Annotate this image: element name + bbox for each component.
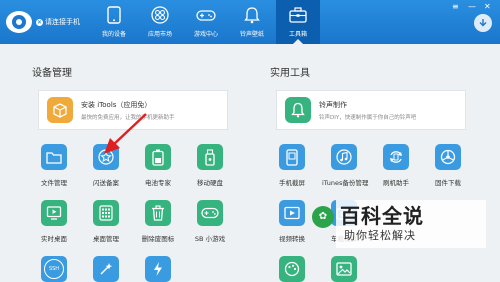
download-icon[interactable]: [474, 14, 492, 32]
close-icon: ✕: [36, 18, 43, 26]
main-nav: 我的设备 应用市场 游戏中心 铃声壁纸 工具箱: [92, 0, 322, 44]
tile-label: 文件管理: [41, 179, 67, 187]
nav-label: 应用市场: [147, 31, 172, 38]
phone-icon: [104, 5, 124, 25]
itools-logo-icon: [6, 11, 32, 33]
brand[interactable]: ✕ 请连接手机: [6, 6, 80, 38]
music-note-icon: [331, 144, 357, 170]
toolbox-icon: [288, 5, 308, 25]
tile-screenshot[interactable]: 手机截屏: [270, 144, 314, 187]
ringtone-maker-card[interactable]: 铃声制作 铃声DIY，快速制作属于你自己的铃声吧: [276, 90, 466, 130]
ssh-icon: SSH: [41, 256, 67, 282]
nav-my-device[interactable]: 我的设备: [92, 0, 136, 44]
tile-file-manager[interactable]: 文件管理: [32, 144, 76, 187]
tile-flash[interactable]: [136, 256, 180, 282]
nav-label: 我的设备: [101, 31, 126, 38]
box-icon: [47, 97, 73, 123]
controller-icon: [197, 200, 223, 226]
tile-mobile-drive[interactable]: 移动硬盘: [188, 144, 232, 187]
tile-live-desktop[interactable]: 实时桌面: [32, 200, 76, 243]
tile-label: 删除废图标: [141, 235, 175, 243]
palette-icon: [279, 256, 305, 282]
bell-icon: [285, 97, 311, 123]
tile-mini-games[interactable]: SB 小游戏: [188, 200, 232, 243]
paw-icon: ✿: [312, 206, 334, 228]
flash-icon: [145, 256, 171, 282]
screenshot-phone-icon: [279, 144, 305, 170]
menu-icon[interactable]: ≡: [452, 3, 459, 11]
nav-label: 工具箱: [288, 31, 307, 38]
watermark-title: 百科全说: [340, 204, 424, 228]
gamepad-icon: [196, 5, 216, 25]
red-arrow-icon: [104, 113, 147, 154]
magic-wand-icon: [93, 256, 119, 282]
video-icon: [279, 200, 305, 226]
tile-magic[interactable]: [84, 256, 128, 282]
card-desc: 铃声DIY，快速制作属于你自己的铃声吧: [319, 114, 417, 121]
trash-icon: [145, 200, 171, 226]
nav-app-market[interactable]: 应用市场: [138, 0, 182, 44]
minimize-icon[interactable]: —: [468, 3, 476, 11]
nav-ringtone-wallpaper[interactable]: 铃声壁纸: [230, 0, 274, 44]
tile-firmware-download[interactable]: 固件下载: [426, 144, 470, 187]
tile-ssh[interactable]: SSH: [32, 256, 76, 282]
close-window-icon[interactable]: ✕: [484, 3, 491, 11]
tile-delete-icons[interactable]: 删除废图标: [136, 200, 180, 243]
tile-label: 桌面管理: [93, 235, 119, 243]
bell-icon: [242, 5, 262, 25]
tile-label: 实时桌面: [41, 235, 67, 243]
tile-itunes-backup[interactable]: iTunes备份管理: [322, 144, 369, 187]
refresh-phone-icon: [383, 144, 409, 170]
battery-icon: [145, 144, 171, 170]
tile-label: 移动硬盘: [197, 179, 223, 187]
nav-label: 游戏中心: [193, 31, 218, 38]
tile-label: SB 小游戏: [194, 235, 226, 243]
watermark: 百科全说 助你轻松解决: [336, 200, 486, 248]
tile-desktop-manager[interactable]: 桌面管理: [84, 200, 128, 243]
folder-icon: [41, 144, 67, 170]
nav-game-center[interactable]: 游戏中心: [184, 0, 228, 44]
ssh-badge: SSH: [44, 259, 64, 279]
connection-status[interactable]: ✕ 请连接手机: [36, 17, 80, 27]
tile-label: 电池专家: [145, 179, 171, 187]
tile-label: 闪送备案: [93, 179, 119, 187]
tile-label: 刷机助手: [383, 179, 409, 187]
steering-wheel-icon: [435, 144, 461, 170]
tile-label: 手机截屏: [279, 179, 305, 187]
tools-panel-title: 实用工具: [270, 68, 310, 79]
nav-toolbox[interactable]: 工具箱: [276, 0, 320, 44]
grid-icon: [93, 200, 119, 226]
top-bar: ✕ 请连接手机 我的设备 应用市场 游戏中心 铃声壁纸 工具箱 ≡ — ✕: [0, 0, 500, 44]
apps-clover-icon: [150, 5, 170, 25]
tile-flash-assistant[interactable]: 刷机助手: [374, 144, 418, 187]
connection-status-label: 请连接手机: [45, 18, 80, 26]
tile-video-convert[interactable]: 视频转换: [270, 200, 314, 243]
card-title: 安装 iTools（应用免）: [81, 100, 152, 109]
desktop-icon: [41, 200, 67, 226]
tile-label: 视频转换: [279, 235, 305, 243]
usb-drive-icon: [197, 144, 223, 170]
image-icon: [331, 256, 357, 282]
device-panel-title: 设备管理: [32, 68, 72, 79]
tile-label: 固件下载: [435, 179, 461, 187]
tile-label: iTunes备份管理: [322, 179, 369, 187]
nav-label: 铃声壁纸: [239, 31, 264, 38]
tile-image[interactable]: [322, 256, 366, 282]
tile-theme[interactable]: [270, 256, 314, 282]
card-title: 铃声制作: [319, 100, 347, 109]
watermark-subtitle: 助你轻松解决: [344, 229, 416, 242]
